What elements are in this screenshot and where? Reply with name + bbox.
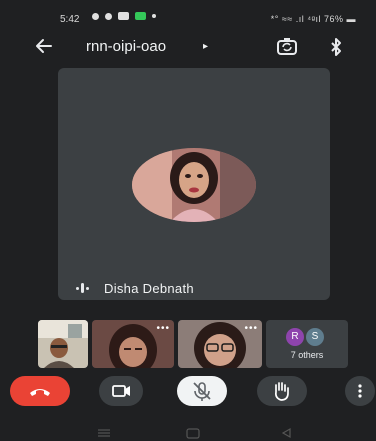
app-icon <box>135 12 146 20</box>
main-video-tile[interactable]: Disha Debnath <box>58 68 330 300</box>
system-navigation-bar <box>0 420 376 441</box>
end-call-button[interactable] <box>10 376 70 406</box>
microphone-toggle-button[interactable] <box>177 376 227 406</box>
speaker-name: Disha Debnath <box>104 280 194 296</box>
meeting-details-caret-icon[interactable]: ▸ <box>203 41 208 52</box>
speaker-avatar <box>132 148 256 222</box>
speaker-label: Disha Debnath <box>72 280 194 296</box>
switch-camera-icon[interactable] <box>276 37 298 57</box>
back-arrow-icon[interactable] <box>34 36 54 56</box>
message-icon <box>118 12 129 20</box>
audio-level-icon <box>72 282 92 294</box>
call-controls <box>0 376 376 406</box>
hang-up-icon <box>30 389 50 396</box>
home-icon[interactable] <box>186 428 200 439</box>
others-tile[interactable]: R S 7 others <box>266 320 348 368</box>
others-count: 7 others <box>290 350 324 360</box>
participant-strip: ••• ••• R S 7 others <box>38 320 348 368</box>
more-notifications-icon <box>152 14 156 18</box>
top-bar: rnn-oipi-oao ▸ <box>0 32 376 62</box>
participant-tile[interactable]: ••• <box>178 320 262 368</box>
raise-hand-button[interactable] <box>257 376 307 406</box>
status-time: 5:42 <box>60 14 80 25</box>
more-options-button[interactable] <box>345 376 375 406</box>
tile-menu-icon[interactable]: ••• <box>156 323 170 334</box>
participant-tile[interactable] <box>38 320 88 368</box>
participant-tile[interactable]: ••• <box>92 320 174 368</box>
hand-icon <box>275 382 289 401</box>
mic-off-icon <box>193 382 211 401</box>
tile-menu-icon[interactable]: ••• <box>244 323 258 334</box>
avatar: S <box>306 328 324 346</box>
notification-icon <box>92 12 99 20</box>
more-vertical-icon <box>358 384 362 398</box>
status-bar: 5:42 *° ≈≈ .ıl ⁴ᵍıl 76% ▬ <box>0 0 376 30</box>
video-camera-icon <box>112 385 130 397</box>
camera-toggle-button[interactable] <box>99 376 143 406</box>
back-nav-icon[interactable] <box>281 427 291 439</box>
meeting-code[interactable]: rnn-oipi-oao <box>86 38 166 55</box>
notification-icon <box>105 12 112 20</box>
notification-icons <box>92 12 156 20</box>
recents-icon[interactable] <box>98 429 110 437</box>
system-status: *° ≈≈ .ıl ⁴ᵍıl 76% ▬ <box>270 14 356 24</box>
avatar: R <box>286 328 304 346</box>
bluetooth-audio-icon[interactable] <box>329 37 343 57</box>
